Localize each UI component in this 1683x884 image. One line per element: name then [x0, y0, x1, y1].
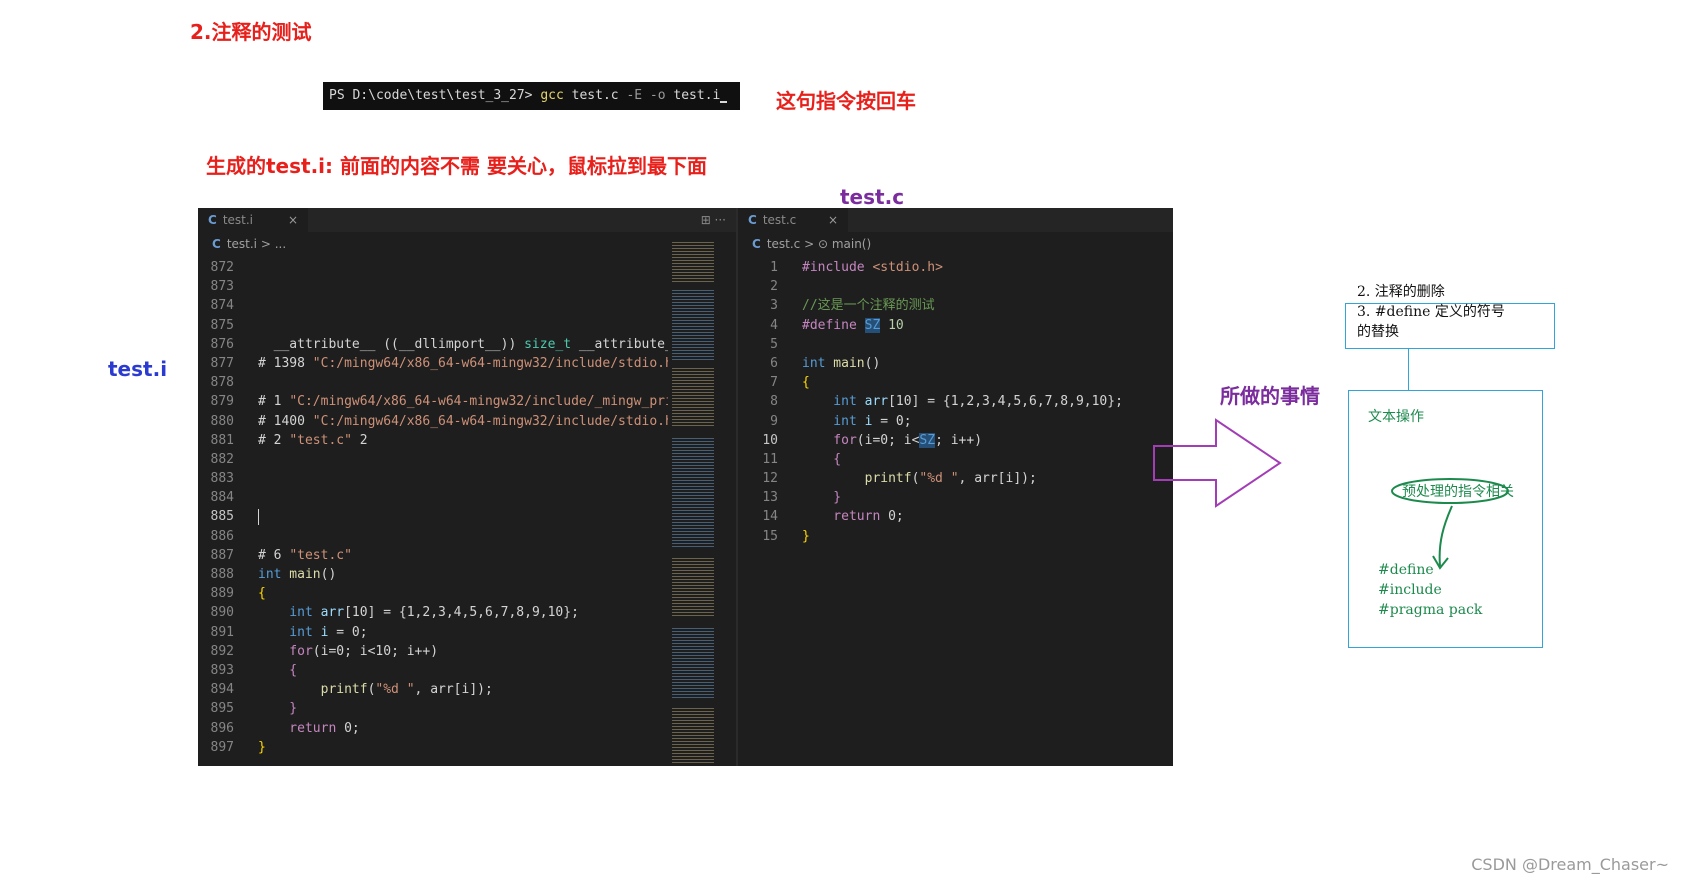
- code-line: 887 # 6 "test.c": [210, 547, 352, 563]
- code-area-left[interactable]: 872 873 874 875 876 __attribute__ ((__dl…: [198, 258, 736, 757]
- tab-test-i[interactable]: Ctest.i ×: [198, 208, 308, 232]
- code-line: 893 {: [210, 662, 298, 678]
- code-line: 877 # 1398 "C:/mingw64/x86_64-w64-mingw32…: [210, 355, 673, 371]
- right-arrow-icon: [1153, 418, 1282, 508]
- code-line: 1 #include <stdio.h>: [770, 260, 943, 275]
- code-line: 15}: [762, 528, 810, 544]
- note-lines: 2. 注释的删除 3. #define 定义的符号 的替换: [1357, 282, 1505, 342]
- terminal-flag-e: -E: [626, 88, 643, 103]
- breadcrumb-right[interactable]: Ctest.c > ⊙ main(): [738, 232, 1173, 256]
- code-line: 7{: [770, 375, 810, 391]
- note-line-comment-removal: 2. 注释的删除: [1357, 284, 1445, 300]
- minimap-block: [672, 290, 714, 360]
- ops-title: 文本操作: [1368, 409, 1424, 425]
- minimap-block: [672, 558, 714, 618]
- ops-related: 预处理的指令相关: [1402, 484, 1514, 500]
- generated-note: 生成的test.i: 前面的内容不需 要关心，鼠标拉到最下面: [206, 154, 707, 178]
- close-icon[interactable]: ×: [828, 208, 838, 232]
- code-line: 6 int main(): [770, 355, 881, 371]
- code-line: 883: [210, 471, 234, 487]
- code-line: 12 printf("%d ", arr[i]);: [762, 471, 1037, 487]
- code-line: 894 printf("%d ", arr[i]);: [210, 682, 493, 698]
- code-line: 873: [210, 279, 234, 295]
- note-line-define-replace: 3. #define 定义的符号: [1357, 304, 1505, 320]
- code-line: 4 #define SZ 10: [770, 317, 904, 333]
- c-file-icon: C: [212, 237, 221, 251]
- code-line: 897}: [210, 739, 266, 755]
- code-line: 3//这是一个注释的测试: [770, 298, 935, 314]
- code-line: 879 # 1 "C:/mingw64/x86_64-w64-mingw32/in…: [210, 394, 673, 410]
- terminal-arg2: test.i: [665, 88, 721, 103]
- terminal-command-line: PS D:\code\test\test_3_27> gcc test.c -E…: [323, 82, 740, 110]
- code-line: 889{: [210, 586, 266, 602]
- code-line-active: 10 for(i=0; i<SZ; i++): [762, 432, 983, 448]
- code-line: 11 {: [762, 451, 842, 467]
- code-editor: Ctest.i × ⊞ ··· Ctest.i > ... 872 873 874…: [198, 208, 1173, 766]
- editor-pane-test-i: Ctest.i × ⊞ ··· Ctest.i > ... 872 873 874…: [198, 208, 736, 766]
- close-icon[interactable]: ×: [288, 208, 298, 232]
- code-line: 896 return 0;: [210, 720, 360, 736]
- code-line: 884: [210, 490, 234, 506]
- tab-bar-right: Ctest.c ×: [738, 208, 1173, 232]
- minimap-block: [672, 368, 714, 428]
- code-line: 875: [210, 317, 234, 333]
- c-file-icon: C: [208, 213, 217, 227]
- code-line: 9 int i = 0;: [770, 413, 912, 429]
- code-line: 874: [210, 298, 234, 314]
- minimap-block: [672, 242, 714, 282]
- code-area-right[interactable]: 1 #include <stdio.h> 2 3//这是一个注释的测试 4 #def…: [738, 258, 1173, 546]
- directive-list: #define #include #pragma pack: [1378, 560, 1482, 620]
- directive-include: #include: [1378, 582, 1442, 598]
- code-line: 882: [210, 451, 234, 467]
- code-line-active: 885: [198, 507, 736, 526]
- test-i-label: test.i: [108, 357, 168, 381]
- note-line-define-replace-cont: 的替换: [1357, 324, 1399, 340]
- connector-line: [1408, 349, 1409, 391]
- directive-define: #define: [1378, 562, 1434, 578]
- minimap-block: [672, 708, 714, 763]
- code-line: 891 int i = 0;: [210, 624, 368, 640]
- minimap[interactable]: [668, 238, 718, 766]
- editor-pane-test-c: Ctest.c × Ctest.c > ⊙ main() 1 #include <s…: [738, 208, 1173, 766]
- code-line: 878: [210, 375, 234, 391]
- did-label: 所做的事情: [1220, 384, 1320, 408]
- tab-test-c[interactable]: Ctest.c ×: [738, 208, 848, 232]
- code-line: 881 # 2 "test.c" 2: [210, 432, 368, 448]
- terminal-prompt: PS D:\code\test\test_3_27>: [329, 88, 541, 103]
- directive-pragma: #pragma pack: [1378, 602, 1483, 618]
- minimap-block: [672, 438, 714, 548]
- breadcrumb-left[interactable]: Ctest.i > ...: [198, 232, 736, 256]
- minimap-block: [672, 628, 714, 698]
- code-line: 2: [770, 279, 778, 295]
- section-heading: 2.注释的测试: [190, 20, 312, 44]
- terminal-arg1: test.c: [563, 88, 627, 103]
- code-line: 14 return 0;: [762, 509, 904, 525]
- code-line: 13 }: [762, 490, 842, 506]
- code-line: 880 # 1400 "C:/mingw64/x86_64-w64-mingw32…: [210, 413, 673, 429]
- c-file-icon: C: [748, 213, 757, 227]
- terminal-cmd: gcc: [540, 88, 564, 103]
- code-line: 892 for(i=0; i<10; i++): [210, 643, 439, 659]
- code-line: 888 int main(): [210, 567, 337, 582]
- code-line: 5: [770, 336, 778, 352]
- code-line: 895 }: [210, 701, 298, 717]
- terminal-flag-o: -o: [642, 88, 666, 103]
- press-enter-note: 这句指令按回车: [776, 89, 916, 113]
- watermark: CSDN @Dream_Chaser~: [1471, 855, 1669, 874]
- split-editor-actions[interactable]: ⊞ ···: [701, 208, 726, 232]
- terminal-cursor: [720, 101, 728, 103]
- c-file-icon: C: [752, 237, 761, 251]
- code-line: 872: [210, 260, 234, 275]
- text-cursor: [258, 508, 259, 525]
- tab-bar-left: Ctest.i × ⊞ ···: [198, 208, 736, 232]
- code-line: 886: [210, 528, 234, 544]
- code-line: 876 __attribute__ ((__dllimport__)) size…: [210, 336, 673, 352]
- code-line: 890 int arr[10] = {1,2,3,4,5,6,7,8,9,10}…: [210, 605, 579, 621]
- code-line: 8 int arr[10] = {1,2,3,4,5,6,7,8,9,10};: [770, 394, 1123, 410]
- test-c-label: test.c: [840, 185, 905, 209]
